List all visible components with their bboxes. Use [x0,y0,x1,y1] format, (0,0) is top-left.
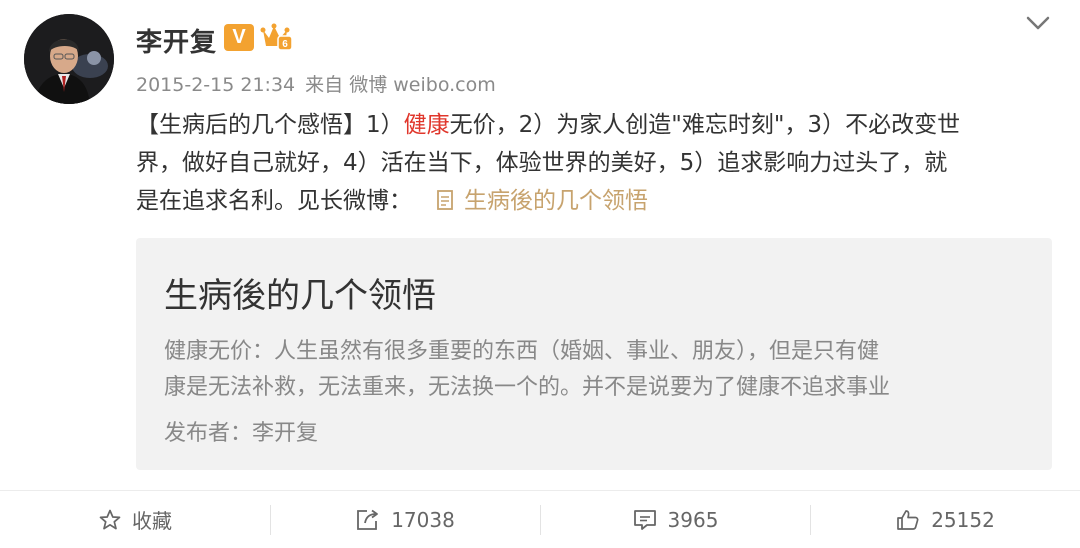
post-meta: 2015-2-15 21:34 来自 微博 weibo.com [136,70,500,97]
svg-text:6: 6 [282,39,288,50]
like-icon [897,509,919,530]
repost-count: 17038 [391,507,455,532]
content-line: 是在追求名利。见长微博： 生病後的几个领悟 [136,188,648,214]
comment-count: 3965 [667,507,719,532]
post-timestamp[interactable]: 2015-2-15 21:34 [136,74,295,96]
document-icon [437,190,453,210]
repost-button[interactable]: 17038 [270,491,540,548]
chevron-down-icon[interactable] [1022,12,1054,36]
long-weibo-link[interactable]: 生病後的几个领悟 [436,188,648,214]
like-count: 25152 [931,507,995,532]
long-weibo-link-text: 生病後的几个领悟 [464,188,648,214]
article-card[interactable]: 生病後的几个领悟 健康无价：人生虽然有很多重要的东西（婚姻、事业、朋友），但是只… [136,238,1052,470]
comment-icon [633,509,656,530]
card-body-line: 健康无价：人生虽然有很多重要的东西（婚姻、事业、朋友），但是只有健 [164,339,880,364]
author-name[interactable]: 李开复 [136,22,217,59]
card-title: 生病後的几个领悟 [164,276,436,316]
highlight-text[interactable]: 健康 [404,112,450,138]
repost-icon [357,509,379,530]
favorite-label: 收藏 [132,509,172,533]
vip-crown-icon: 6 [260,23,293,51]
card-author: 发布者：李开复 [164,421,319,446]
card-body: 健康无价：人生虽然有很多重要的东西（婚姻、事业、朋友），但是只有健 康是无法补救… [164,334,1034,406]
star-icon [99,509,121,529]
weibo-post: 李开复 V 6 2015-2-15 21:34 来自 微博 weibo.com … [0,0,1080,548]
post-content: 【生病后的几个感悟】1）健康无价，2）为家人创造"难忘时刻"，3）不必改变世 界… [136,106,1056,220]
card-body-line: 康是无法补救，无法重来，无法换一个的。并不是说要为了健康不追求事业 [164,375,891,400]
like-button[interactable]: 25152 [810,491,1080,548]
content-line: 【生病后的几个感悟】1）健康无价，2）为家人创造"难忘时刻"，3）不必改变世 [136,112,961,138]
favorite-button[interactable]: 收藏 [0,491,270,548]
action-bar: 收藏 17038 3965 25152 [0,491,1080,548]
post-source: 来自 微博 weibo.com [305,74,496,96]
verified-badge-icon: V [224,24,254,51]
comment-button[interactable]: 3965 [540,491,810,548]
avatar[interactable] [24,14,114,104]
content-line: 界，做好自己就好，4）活在当下，体验世界的美好，5）追求影响力过头了，就 [136,150,948,176]
